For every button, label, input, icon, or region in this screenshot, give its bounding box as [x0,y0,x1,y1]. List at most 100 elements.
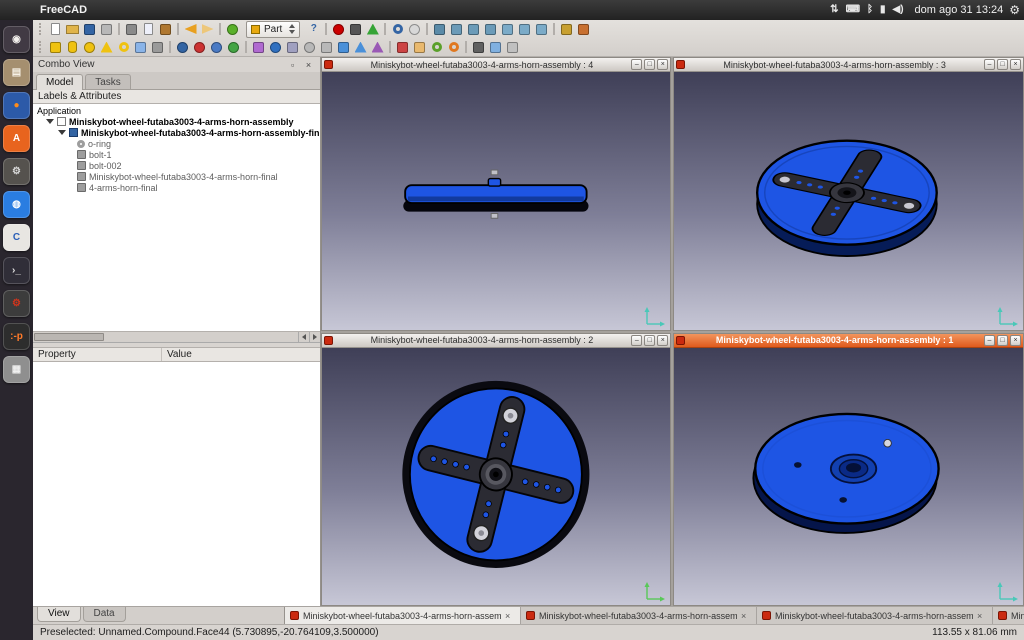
cut-icon[interactable] [123,21,140,37]
fit-all-icon[interactable] [389,21,406,37]
measure-clear-icon[interactable] [575,21,592,37]
close-button[interactable]: × [1010,59,1021,70]
launcher-dash[interactable]: ◉ [3,26,30,53]
view-top-icon[interactable] [465,21,482,37]
view-axonometric-icon[interactable] [431,21,448,37]
save-icon[interactable] [81,21,98,37]
close-panel-icon[interactable]: × [303,59,315,71]
close-button[interactable]: × [657,59,668,70]
launcher-browser[interactable]: ◍ [3,191,30,218]
clock[interactable]: dom ago 31 13:24 [915,4,1004,16]
launcher-app-a[interactable]: A [3,125,30,152]
boolean-cut-icon[interactable] [191,39,208,55]
macro-record-icon[interactable] [330,21,347,37]
tree-item-part[interactable]: bolt-1 [33,149,320,160]
tab-close-icon[interactable]: × [977,611,982,621]
toolbar-handle[interactable] [39,23,43,35]
tree-horizontal-scrollbar[interactable] [33,332,320,343]
defeaturing-icon[interactable] [504,39,521,55]
launcher-software[interactable]: ▦ [3,356,30,383]
close-button[interactable]: × [1010,335,1021,346]
view-right-icon[interactable] [482,21,499,37]
restore-button[interactable]: □ [644,335,655,346]
mdi-titlebar[interactable]: Miniskybot-wheel-futaba3003-4-arms-horn-… [322,58,671,72]
value-column-header[interactable]: Value [162,348,197,361]
view-rear-icon[interactable] [499,21,516,37]
mdi-titlebar[interactable]: Miniskybot-wheel-futaba3003-4-arms-horn-… [322,334,671,348]
whats-this-icon[interactable]: ? [305,21,322,37]
loft-icon[interactable] [352,39,369,55]
tab-data[interactable]: Data [83,607,126,622]
scroll-right-icon[interactable] [309,332,320,342]
expander-icon[interactable] [58,130,66,135]
minimize-button[interactable]: – [984,59,995,70]
3d-viewport-front[interactable] [322,348,671,606]
indicator-battery-icon[interactable]: ▮ [880,5,886,15]
window-tab[interactable]: Miniskybot-wheel-futaba3003-4-arms-horn-… [757,607,993,624]
paste-icon[interactable] [157,21,174,37]
3d-viewport-iso[interactable] [674,72,1023,330]
part-cylinder-icon[interactable] [64,39,81,55]
tab-view[interactable]: View [37,607,81,622]
thickness-icon[interactable] [445,39,462,55]
session-menu-icon[interactable]: ⚙ [1009,3,1020,17]
launcher-terminal[interactable]: ›_ [3,257,30,284]
scroll-left-icon[interactable] [298,332,309,342]
tab-tasks[interactable]: Tasks [85,74,131,89]
launcher-freecad[interactable]: ⚙ [3,290,30,317]
part-cone-icon[interactable] [98,39,115,55]
launcher-firefox[interactable]: ● [3,92,30,119]
cross-sections-icon[interactable] [411,39,428,55]
float-panel-icon[interactable]: ▫ [287,59,299,71]
tree-item-assembly[interactable]: Miniskybot-wheel-futaba3003-4-arms-horn-… [33,127,320,138]
extrude-icon[interactable] [250,39,267,55]
launcher-c-ide[interactable]: C [3,224,30,251]
refresh-icon[interactable] [224,21,241,37]
undo-icon[interactable] [182,21,199,37]
indicator-keyboard-icon[interactable]: ⌨ [846,5,860,15]
minimize-button[interactable]: – [984,335,995,346]
fillet-icon[interactable] [301,39,318,55]
offset-icon[interactable] [428,39,445,55]
minimize-button[interactable]: – [631,59,642,70]
indicator-bluetooth-icon[interactable]: ᛒ [867,5,873,15]
window-tab[interactable]: Miniskybot-wheel-futaba3003-4-arms-horn-… [993,607,1024,624]
launcher-settings[interactable]: ⚙ [3,158,30,185]
mdi-titlebar[interactable]: Miniskybot-wheel-futaba3003-4-arms-horn-… [674,58,1023,72]
restore-button[interactable]: □ [997,335,1008,346]
window-tab[interactable]: Miniskybot-wheel-futaba3003-4-arms-horn-… [521,607,757,624]
tree-item-part[interactable]: 4-arms-horn-final [33,182,320,193]
compound-icon[interactable] [470,39,487,55]
tree-item-application[interactable]: Application [33,105,320,116]
check-geometry-icon[interactable] [487,39,504,55]
new-document-icon[interactable] [47,21,64,37]
boolean-common-icon[interactable] [225,39,242,55]
shape-builder-icon[interactable] [149,39,166,55]
3d-viewport-side[interactable] [322,72,671,330]
revolve-icon[interactable] [267,39,284,55]
macro-play-icon[interactable] [364,21,381,37]
copy-icon[interactable] [140,21,157,37]
toolbar-handle[interactable] [39,41,43,53]
part-primitives-icon[interactable] [132,39,149,55]
launcher-files[interactable]: ▤ [3,59,30,86]
restore-button[interactable]: □ [644,59,655,70]
redo-icon[interactable] [199,21,216,37]
indicator-sync-icon[interactable]: ⇅ [830,5,838,15]
launcher-p-app[interactable]: :-p [3,323,30,350]
view-front-icon[interactable] [448,21,465,37]
expander-icon[interactable] [46,119,54,124]
draw-style-icon[interactable] [406,21,423,37]
indicator-volume-icon[interactable]: ◀) [893,5,904,15]
boolean-union-icon[interactable] [208,39,225,55]
part-box-icon[interactable] [47,39,64,55]
tab-model[interactable]: Model [36,74,83,90]
measure-distance-icon[interactable] [558,21,575,37]
mdi-titlebar-active[interactable]: Miniskybot-wheel-futaba3003-4-arms-horn-… [674,334,1023,348]
macro-stop-icon[interactable] [347,21,364,37]
property-column-header[interactable]: Property [33,348,162,361]
print-icon[interactable] [98,21,115,37]
close-button[interactable]: × [657,335,668,346]
view-left-icon[interactable] [533,21,550,37]
minimize-button[interactable]: – [631,335,642,346]
